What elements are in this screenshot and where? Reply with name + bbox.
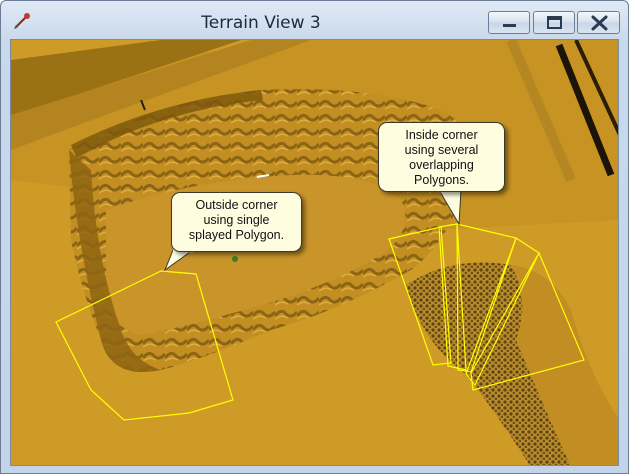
callout-tail-inside — [438, 189, 462, 226]
terrain-render — [11, 40, 618, 465]
maximize-icon — [547, 16, 562, 29]
callout-outside-corner-text: Outside corner using single splayed Poly… — [188, 198, 285, 242]
minimize-icon — [503, 24, 516, 27]
callout-inside-corner: Inside corner using several overlapping … — [378, 122, 505, 192]
close-icon — [591, 15, 608, 31]
maximize-button[interactable] — [533, 11, 575, 34]
minimize-button[interactable] — [488, 11, 530, 34]
terrain-3d-viewport[interactable]: Outside corner using single splayed Poly… — [10, 39, 619, 466]
title-bar[interactable]: Terrain View 3 — [1, 1, 628, 39]
callout-inside-corner-text: Inside corner using several overlapping … — [404, 128, 479, 187]
callout-outside-corner: Outside corner using single splayed Poly… — [171, 192, 302, 252]
close-button[interactable] — [577, 11, 620, 34]
terrain-view-window: Terrain View 3 Outside corner using sing… — [0, 0, 629, 474]
window-title: Terrain View 3 — [201, 13, 321, 33]
